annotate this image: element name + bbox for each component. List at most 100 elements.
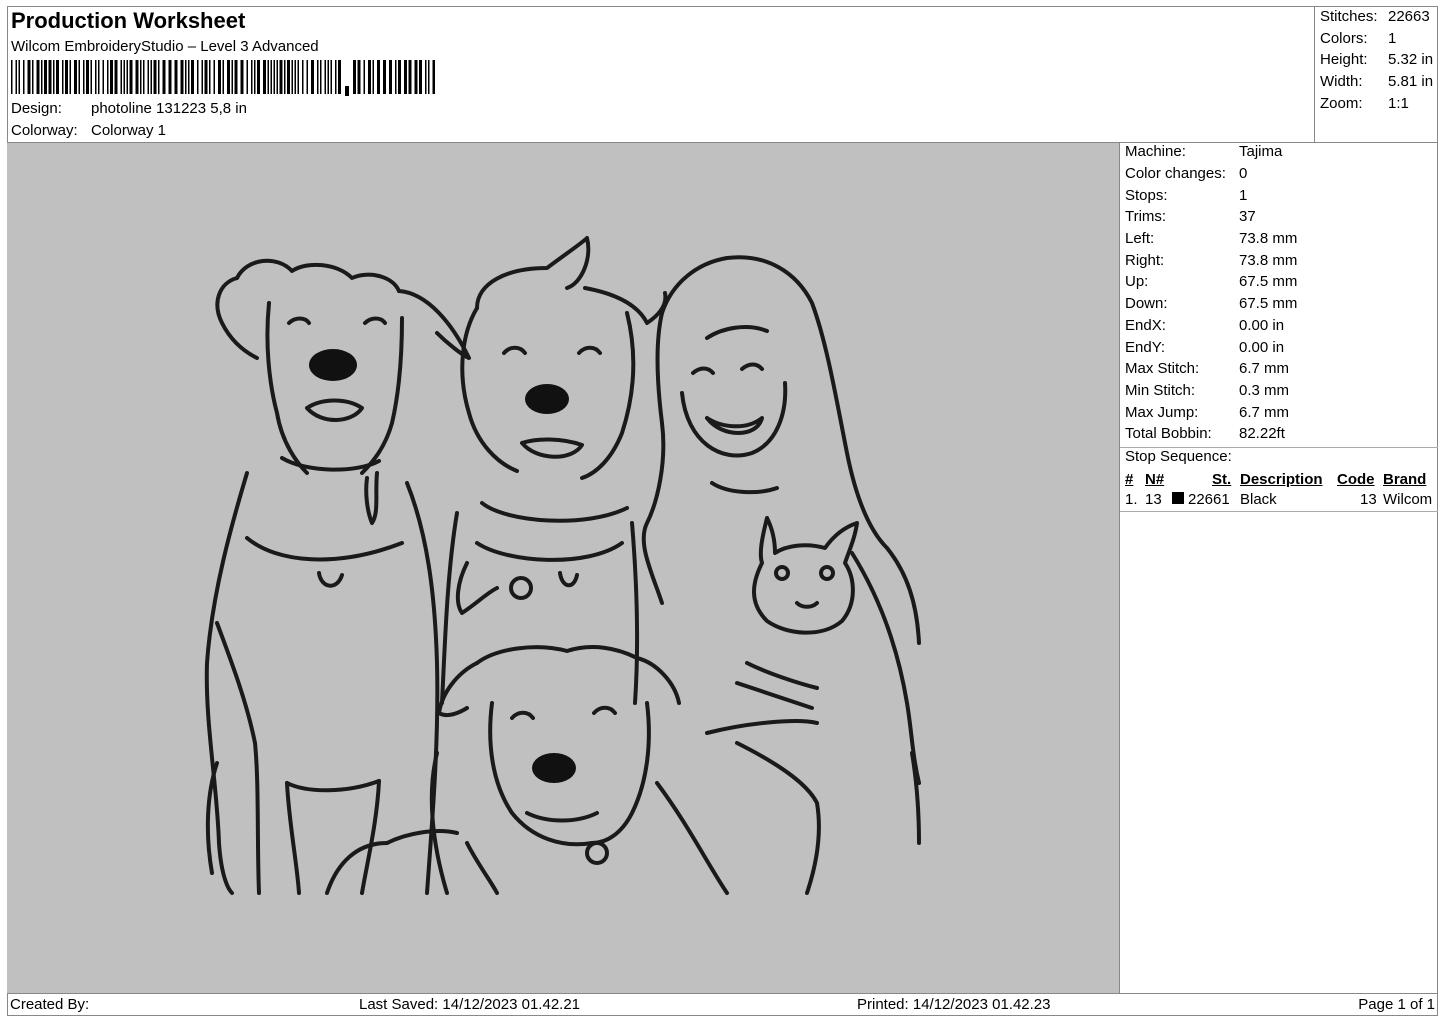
row-brand: Wilcom: [1383, 491, 1433, 508]
info-value: 37: [1239, 208, 1256, 225]
stop-sequence-title: Stop Sequence:: [1125, 448, 1232, 465]
barcode-bar: [95, 60, 97, 94]
barcode-bar: [276, 60, 278, 94]
barcode-bar: [83, 60, 85, 94]
info-label: Left:: [1125, 230, 1155, 247]
info-machine: Machine: Tajima: [1125, 143, 1282, 160]
info-up: Up: 67.5 mm: [1125, 273, 1297, 290]
info-value: 0.00 in: [1239, 339, 1285, 356]
col-header-code: Code: [1337, 471, 1375, 488]
barcode-bar: [330, 60, 332, 94]
barcode-bar: [110, 60, 113, 94]
stat-value: 22663: [1388, 8, 1430, 25]
barcode-bar: [56, 60, 59, 94]
barcode-bar: [251, 60, 253, 94]
cat-drawing: [735, 516, 859, 710]
barcode-bar: [297, 60, 299, 94]
info-endx: EndX: 0.00 in: [1125, 317, 1284, 334]
barcode-bar: [311, 60, 314, 94]
barcode-bar: [18, 60, 20, 94]
barcode-bar: [102, 60, 104, 94]
barcode-bar: [197, 60, 199, 94]
barcode-bar: [408, 60, 412, 94]
info-label: Up:: [1125, 273, 1149, 290]
barcode-bar: [153, 60, 157, 94]
stat-value: 1:1: [1388, 95, 1409, 112]
barcode-bar: [320, 60, 322, 94]
row-stitches: 22661: [1188, 491, 1230, 508]
dog-center-drawing: [440, 236, 668, 705]
printed-date: Printed: 14/12/2023 01.42.23: [857, 996, 1051, 1013]
barcode-bar: [231, 60, 233, 94]
color-swatch: [1172, 492, 1184, 504]
barcode-bar: [389, 60, 392, 94]
stat-colors: Colors: 1: [1320, 30, 1396, 47]
info-value: 6.7 mm: [1239, 404, 1290, 421]
barcode-bar: [287, 60, 290, 94]
info-label: Machine:: [1125, 143, 1186, 160]
barcode-bar: [129, 60, 133, 94]
info-label: Max Stitch:: [1125, 360, 1200, 377]
stat-stitches: Stitches: 22663: [1320, 8, 1430, 25]
info-value: 67.5 mm: [1239, 295, 1298, 312]
col-header-needle: N#: [1145, 471, 1165, 488]
barcode-bar: [185, 60, 187, 94]
barcode-bar: [86, 60, 89, 94]
barcode-bar: [98, 60, 100, 94]
barcode-bar: [114, 60, 118, 94]
barcode-bar: [432, 60, 435, 94]
barcode-bar: [48, 60, 52, 94]
stat-value: 5.81 in: [1388, 73, 1434, 90]
barcode-bar: [180, 60, 184, 94]
info-min-stitch: Min Stitch: 0.3 mm: [1125, 382, 1289, 399]
sketch-outlines: [325, 719, 921, 895]
barcode-bar: [294, 60, 296, 94]
info-max-stitch: Max Stitch: 6.7 mm: [1125, 360, 1289, 377]
row-needle: 13: [1145, 491, 1162, 508]
barcode-bar: [74, 60, 77, 94]
barcode-bar: [338, 60, 341, 94]
info-value: 1: [1239, 187, 1248, 204]
col-header-number: #: [1125, 471, 1134, 488]
info-stops: Stops: 1: [1125, 187, 1247, 204]
barcode-bar: [240, 60, 244, 94]
info-label: Stops:: [1125, 187, 1168, 204]
barcode-bar: [147, 60, 149, 94]
barcode-bar: [257, 60, 260, 94]
barcode-bar: [120, 60, 122, 94]
info-value: 73.8 mm: [1239, 230, 1298, 247]
stat-zoom: Zoom: 1:1: [1320, 95, 1409, 112]
info-endy: EndY: 0.00 in: [1125, 339, 1284, 356]
barcode-bar: [279, 60, 283, 94]
info-label: Total Bobbin:: [1125, 425, 1212, 442]
barcode-bar: [188, 60, 190, 94]
info-left: Left: 73.8 mm: [1125, 230, 1297, 247]
embroidery-artwork: [204, 236, 921, 895]
stat-label: Width:: [1320, 73, 1363, 90]
stat-label: Stitches:: [1320, 8, 1378, 25]
info-down: Down: 67.5 mm: [1125, 295, 1297, 312]
design-label: Design:: [11, 100, 62, 117]
barcode-bar: [140, 60, 142, 94]
colorway-value: Colorway 1: [91, 122, 167, 139]
barcode-bar: [191, 60, 194, 94]
barcode-bar: [377, 60, 380, 94]
barcode-bar: [222, 60, 224, 94]
barcode-bar: [44, 60, 47, 94]
barcode-bar: [62, 60, 64, 94]
info-value: 0.00 in: [1239, 317, 1285, 334]
stat-height: Height: 5.32 in: [1320, 51, 1433, 68]
info-value: 0: [1239, 165, 1248, 182]
info-label: Min Stitch:: [1125, 382, 1196, 399]
col-header-stitches: St.: [1212, 471, 1232, 488]
barcode-bar: [213, 60, 215, 94]
last-saved: Last Saved: 14/12/2023 01.42.21: [359, 996, 581, 1013]
barcode-bar: [363, 60, 365, 94]
page-title: Production Worksheet: [11, 8, 246, 33]
barcode-bar: [204, 60, 208, 94]
barcode-bar: [234, 60, 238, 94]
design-preview: [7, 143, 1119, 993]
barcode-bar: [368, 60, 371, 94]
design-row: Design: photoline 131223 5,8 in: [11, 100, 247, 117]
barcode-comma: [345, 86, 349, 96]
